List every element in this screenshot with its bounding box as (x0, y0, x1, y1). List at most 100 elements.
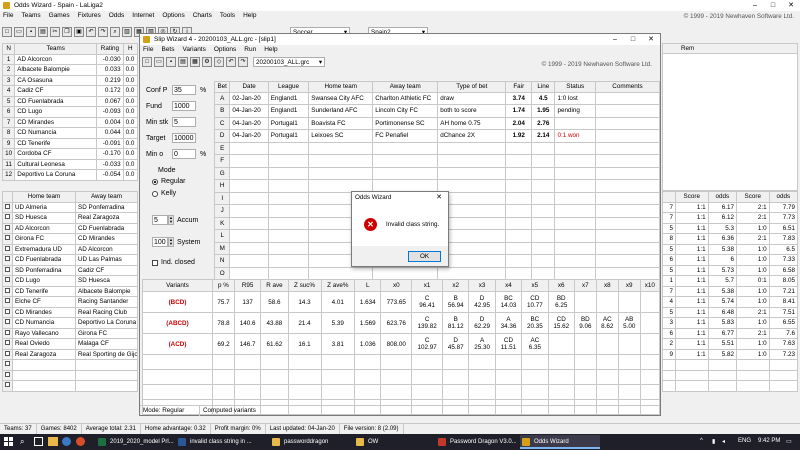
column-header[interactable]: Comments (594, 81, 661, 93)
bet-comments[interactable] (594, 241, 661, 255)
bet-date[interactable] (229, 191, 269, 205)
home-team[interactable]: UD Almeria (12, 201, 76, 213)
bet-fair[interactable] (505, 179, 533, 193)
bet-line[interactable] (531, 141, 556, 155)
team-rating[interactable]: 0.004 (96, 116, 124, 128)
taskbar-app[interactable]: OW (354, 435, 434, 449)
bet-line[interactable] (531, 204, 556, 218)
column-header[interactable]: odds (707, 191, 737, 203)
bet-status[interactable] (554, 116, 596, 130)
away-team[interactable]: Real Racing Club (75, 306, 138, 318)
team-rating[interactable]: -0.093 (96, 106, 124, 118)
bet-type[interactable]: both to score (437, 104, 507, 118)
table-row[interactable]: CD Lugo SD Huesca (2, 275, 138, 287)
network-icon[interactable]: ▮ (712, 438, 715, 445)
team-rating[interactable]: 0.033 (96, 64, 124, 76)
bet-home[interactable]: Swansea City AFC (308, 91, 374, 105)
bet-status[interactable] (554, 191, 596, 205)
team-name[interactable]: CD Mirandes (14, 116, 98, 128)
open-icon[interactable]: ▭ (14, 27, 24, 37)
home-team[interactable]: AD Alcorcon (12, 222, 76, 234)
bet-away[interactable] (372, 266, 439, 280)
bet-status[interactable] (554, 216, 596, 230)
bet-date[interactable] (229, 216, 269, 230)
table-row[interactable]: 4 1:1 5.74 1:0 8.41 (662, 296, 799, 308)
conf-input[interactable]: 35 (172, 85, 196, 95)
bet-status[interactable] (554, 254, 596, 268)
table-row[interactable]: 5 1:1 6.48 2:1 7.51 (662, 306, 799, 318)
redo-icon[interactable]: ↷ (98, 27, 108, 37)
column-header[interactable]: Z suc% (287, 279, 322, 292)
table-row[interactable]: 6 CD Lugo -0.093 0.0 (1, 106, 139, 118)
bet-home[interactable] (308, 266, 374, 280)
away-team[interactable] (75, 369, 138, 381)
clock[interactable]: 9:42 PM (758, 438, 780, 444)
team-h[interactable]: 0.0 (122, 74, 139, 86)
team-h[interactable]: 0.0 (122, 95, 139, 107)
table-row[interactable] (662, 369, 799, 381)
bet-fair[interactable] (505, 266, 533, 280)
bet-line[interactable] (531, 254, 556, 268)
variant-row[interactable] (142, 354, 661, 370)
table-row[interactable]: 1 1:1 5.7 0:1 8.05 (662, 275, 799, 287)
bet-fair[interactable]: 3.74 (505, 91, 533, 105)
taskbar-app[interactable]: Odds Wizard (520, 435, 600, 449)
menu-item[interactable]: Options (214, 45, 236, 55)
bet-league[interactable]: Portugal1 (267, 116, 310, 130)
team-h[interactable]: 0.0 (122, 158, 139, 170)
target-input[interactable]: 10000 (172, 133, 196, 143)
volume-icon[interactable]: ◂ (722, 438, 725, 445)
bet-fair[interactable] (505, 254, 533, 268)
away-team[interactable]: SD Huesca (75, 275, 138, 287)
team-rating[interactable]: 0.219 (96, 74, 124, 86)
bet-date[interactable]: 04-Jan-20 (229, 104, 269, 118)
maximize-icon[interactable]: □ (624, 34, 642, 45)
bet-line[interactable]: 1.95 (531, 104, 556, 118)
bet-league[interactable] (267, 241, 310, 255)
bet-fair[interactable]: 2.04 (505, 116, 533, 130)
browser-icon[interactable] (62, 437, 71, 446)
team-name[interactable]: CD Fuenlabrada (14, 95, 98, 107)
home-team[interactable]: Elche CF (12, 296, 76, 308)
redo-icon[interactable]: ↷ (238, 57, 248, 67)
team-rating[interactable]: -0.030 (96, 53, 124, 65)
table-row[interactable]: SD Huesca Real Zaragoza (2, 212, 138, 224)
bet-fair[interactable] (505, 141, 533, 155)
bet-league[interactable] (267, 179, 310, 193)
away-team[interactable]: Racing Santander (75, 296, 138, 308)
team-rating[interactable]: -0.170 (96, 148, 124, 160)
bet-type[interactable] (437, 266, 507, 280)
task-view-icon[interactable] (34, 437, 43, 446)
menu-item[interactable]: Help (264, 45, 277, 55)
table-row[interactable]: 6 1:1 6 1:0 7.33 (662, 254, 799, 266)
bet-line[interactable] (531, 229, 556, 243)
team-h[interactable]: 0.0 (122, 169, 139, 181)
away-team[interactable] (75, 380, 138, 392)
column-header[interactable]: x10 (639, 279, 661, 292)
bet-date[interactable] (229, 141, 269, 155)
accum-input[interactable]: 5 (152, 215, 168, 225)
menu-item[interactable]: Odds (109, 11, 125, 21)
away-team[interactable]: Real Sporting de Gijon (75, 348, 138, 360)
column-header[interactable]: Status (554, 81, 596, 93)
bet-league[interactable]: England1 (267, 104, 310, 118)
bet-date[interactable] (229, 254, 269, 268)
bet-comments[interactable] (594, 116, 661, 130)
table-row[interactable]: 7 CD Mirandes 0.004 0.0 (1, 116, 139, 128)
table-row[interactable]: 3 1:1 5.83 1:0 6.55 (662, 317, 799, 329)
home-team[interactable] (12, 359, 76, 371)
bet-letter[interactable]: G (213, 166, 231, 180)
bet-comments[interactable] (594, 141, 661, 155)
table-row[interactable] (2, 380, 138, 392)
team-rating[interactable]: -0.054 (96, 169, 124, 181)
bet-letter[interactable]: I (213, 191, 231, 205)
away-team[interactable] (75, 359, 138, 371)
home-team[interactable]: Real Oviedo (12, 338, 76, 350)
away-team[interactable]: CD Fuenlabrada (75, 222, 138, 234)
bet-type[interactable]: draw (437, 91, 507, 105)
team-name[interactable]: CA Osasuna (14, 74, 98, 86)
bet-home[interactable] (308, 141, 374, 155)
column-header[interactable]: Home team (308, 81, 374, 93)
home-team[interactable]: CD Tenerife (12, 285, 76, 297)
bet-away[interactable]: Lincoln City FC (372, 104, 439, 118)
